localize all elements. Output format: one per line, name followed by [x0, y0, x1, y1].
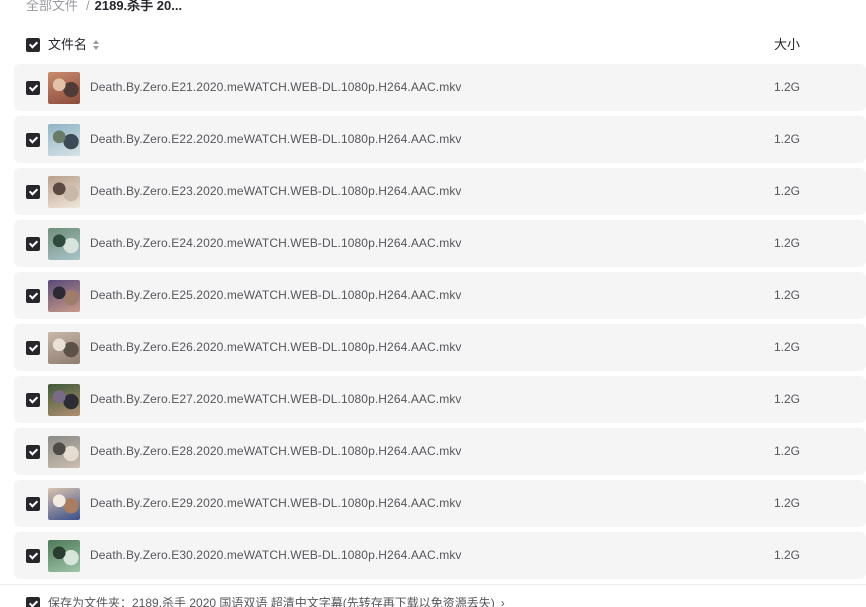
file-name[interactable]: Death.By.Zero.E27.2020.meWATCH.WEB-DL.10…: [90, 392, 462, 407]
save-folder-text[interactable]: 保存为文件夹：2189.杀手 2020 国语双语 超清中文字幕(先转存再下载以免…: [48, 596, 505, 607]
file-checkbox[interactable]: [26, 341, 40, 355]
file-checkbox[interactable]: [26, 549, 40, 563]
file-row[interactable]: Death.By.Zero.E23.2020.meWATCH.WEB-DL.10…: [14, 168, 866, 215]
column-header-size: 大小: [774, 37, 801, 52]
file-row[interactable]: Death.By.Zero.E30.2020.meWATCH.WEB-DL.10…: [14, 532, 866, 579]
file-name[interactable]: Death.By.Zero.E26.2020.meWATCH.WEB-DL.10…: [90, 340, 462, 355]
video-thumbnail: [48, 332, 80, 364]
breadcrumb-separator: /: [86, 0, 90, 13]
file-size: 1.2G: [774, 236, 801, 250]
file-row[interactable]: Death.By.Zero.E22.2020.meWATCH.WEB-DL.10…: [14, 116, 866, 163]
file-checkbox[interactable]: [26, 497, 40, 511]
video-thumbnail: [48, 72, 80, 104]
file-row[interactable]: Death.By.Zero.E21.2020.meWATCH.WEB-DL.10…: [14, 64, 866, 111]
file-row[interactable]: Death.By.Zero.E28.2020.meWATCH.WEB-DL.10…: [14, 428, 866, 475]
file-size: 1.2G: [774, 496, 801, 510]
footer-divider: [0, 584, 866, 585]
file-name[interactable]: Death.By.Zero.E25.2020.meWATCH.WEB-DL.10…: [90, 288, 462, 303]
file-name[interactable]: Death.By.Zero.E21.2020.meWATCH.WEB-DL.10…: [90, 80, 462, 95]
column-header-name[interactable]: 文件名: [48, 37, 87, 53]
file-list-header: 文件名 大小: [0, 30, 866, 60]
file-checkbox[interactable]: [26, 237, 40, 251]
file-checkbox[interactable]: [26, 289, 40, 303]
video-thumbnail: [48, 124, 80, 156]
video-thumbnail: [48, 488, 80, 520]
file-size: 1.2G: [774, 340, 801, 354]
file-row[interactable]: Death.By.Zero.E26.2020.meWATCH.WEB-DL.10…: [14, 324, 866, 371]
file-name[interactable]: Death.By.Zero.E23.2020.meWATCH.WEB-DL.10…: [90, 184, 462, 199]
chevron-right-icon: ›: [500, 596, 505, 607]
save-folder-label: 保存为文件夹：2189.杀手 2020 国语双语 超清中文字幕(先转存再下载以免…: [48, 596, 495, 607]
save-folder-footer: 保存为文件夹：2189.杀手 2020 国语双语 超清中文字幕(先转存再下载以免…: [0, 591, 866, 607]
file-size: 1.2G: [774, 132, 801, 146]
file-name[interactable]: Death.By.Zero.E30.2020.meWATCH.WEB-DL.10…: [90, 548, 462, 563]
file-browser: 全部文件 / 2189.杀手 20... 文件名 大小 Death.By.Zero.…: [0, 0, 866, 607]
video-thumbnail: [48, 436, 80, 468]
sort-arrows-icon[interactable]: [92, 39, 100, 51]
file-row[interactable]: Death.By.Zero.E25.2020.meWATCH.WEB-DL.10…: [14, 272, 866, 319]
file-checkbox[interactable]: [26, 185, 40, 199]
video-thumbnail: [48, 280, 80, 312]
file-size: 1.2G: [774, 392, 801, 406]
file-checkbox[interactable]: [26, 445, 40, 459]
file-row[interactable]: Death.By.Zero.E27.2020.meWATCH.WEB-DL.10…: [14, 376, 866, 423]
file-size: 1.2G: [774, 80, 801, 94]
select-all-checkbox[interactable]: [26, 38, 40, 52]
file-name[interactable]: Death.By.Zero.E28.2020.meWATCH.WEB-DL.10…: [90, 444, 462, 459]
video-thumbnail: [48, 540, 80, 572]
file-name[interactable]: Death.By.Zero.E22.2020.meWATCH.WEB-DL.10…: [90, 132, 462, 147]
breadcrumb-root-link[interactable]: 全部文件: [26, 0, 78, 13]
breadcrumb: 全部文件 / 2189.杀手 20...: [26, 0, 182, 15]
file-row[interactable]: Death.By.Zero.E24.2020.meWATCH.WEB-DL.10…: [14, 220, 866, 267]
video-thumbnail: [48, 384, 80, 416]
file-row[interactable]: Death.By.Zero.E29.2020.meWATCH.WEB-DL.10…: [14, 480, 866, 527]
video-thumbnail: [48, 176, 80, 208]
file-size: 1.2G: [774, 444, 801, 458]
file-name[interactable]: Death.By.Zero.E29.2020.meWATCH.WEB-DL.10…: [90, 496, 462, 511]
file-checkbox[interactable]: [26, 393, 40, 407]
file-size: 1.2G: [774, 288, 801, 302]
save-folder-checkbox[interactable]: [26, 597, 40, 607]
file-list: Death.By.Zero.E21.2020.meWATCH.WEB-DL.10…: [0, 64, 866, 584]
file-name[interactable]: Death.By.Zero.E24.2020.meWATCH.WEB-DL.10…: [90, 236, 462, 251]
breadcrumb-current: 2189.杀手 20...: [94, 0, 183, 13]
file-size: 1.2G: [774, 184, 801, 198]
video-thumbnail: [48, 228, 80, 260]
file-size: 1.2G: [774, 548, 801, 562]
file-checkbox[interactable]: [26, 133, 40, 147]
file-checkbox[interactable]: [26, 81, 40, 95]
